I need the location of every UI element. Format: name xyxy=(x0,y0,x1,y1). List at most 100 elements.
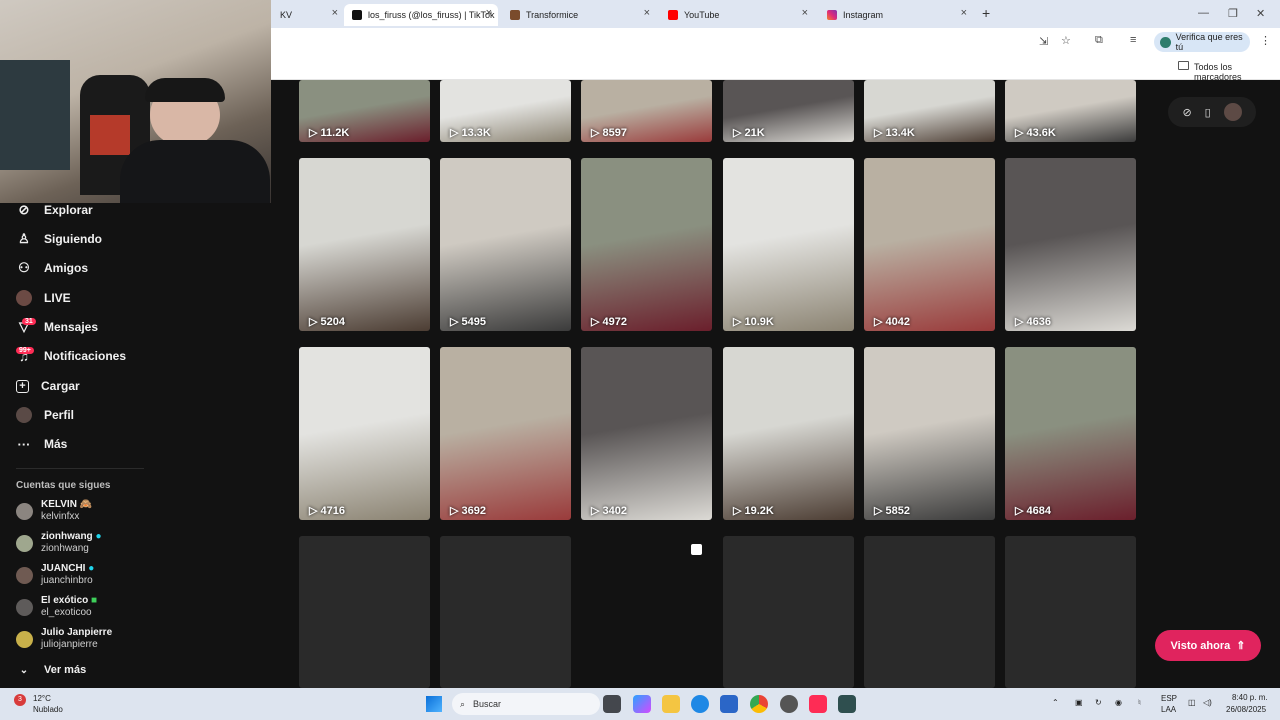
account-item[interactable]: El exótico ■ el_exoticoo xyxy=(16,593,97,621)
weather-temp[interactable]: 12°C xyxy=(33,694,51,703)
video-thumbnail[interactable]: ▷ 19.2K xyxy=(723,347,854,520)
account-name: zionhwang ● xyxy=(41,531,102,542)
video-thumbnail[interactable]: ▷ 5495 xyxy=(440,158,571,331)
avatar[interactable] xyxy=(1223,103,1242,121)
video-thumbnail[interactable]: ▷ 10.9K xyxy=(723,158,854,331)
file-explorer-icon[interactable] xyxy=(662,695,680,713)
account-item[interactable]: Julio Janpierre juliojanpierre xyxy=(16,625,112,653)
view-count: ▷ 19.2K xyxy=(733,505,774,517)
task-view-icon[interactable] xyxy=(603,695,621,713)
video-thumbnail[interactable]: ▷ 4042 xyxy=(864,158,995,331)
video-thumbnail[interactable]: ▷ 43.6K xyxy=(1005,80,1136,142)
account-item[interactable]: KELVIN 🙈 kelvinfxx xyxy=(16,497,92,525)
video-thumbnail[interactable]: ▷ 4972 xyxy=(581,158,712,331)
maximize-button[interactable]: ❐ xyxy=(1228,7,1238,20)
chrome-icon[interactable] xyxy=(750,695,768,713)
video-thumbnail[interactable]: ▷ 5204 xyxy=(299,158,430,331)
sidebar-item-siguiendo[interactable]: ♙ Siguiendo xyxy=(16,228,102,250)
sidebar-item-live[interactable]: LIVE xyxy=(16,287,71,309)
close-window-button[interactable]: ✕ xyxy=(1256,7,1265,20)
phone-icon[interactable]: ▯ xyxy=(1205,106,1211,119)
youtube-icon xyxy=(668,10,678,20)
close-icon[interactable]: × xyxy=(961,7,967,19)
new-tab-button[interactable]: + xyxy=(982,5,990,21)
video-thumbnail[interactable] xyxy=(299,536,430,688)
following-section-title: Cuentas que sigues xyxy=(16,480,111,491)
clock-time[interactable]: 8:40 p. m. xyxy=(1232,693,1268,702)
video-thumbnail[interactable]: ▷ 4716 xyxy=(299,347,430,520)
video-thumbnail[interactable]: ▷ 8597 xyxy=(581,80,712,142)
tab-youtube[interactable]: YouTube × xyxy=(660,4,814,26)
more-icon: ··· xyxy=(17,436,31,452)
sidebar-item-label: Más xyxy=(44,437,68,451)
video-thumbnail[interactable]: ▷ 11.2K xyxy=(299,80,430,142)
eye-icon[interactable]: ◉ xyxy=(1115,698,1122,707)
microphone-icon[interactable]: ♮ xyxy=(1138,698,1141,707)
media-icon[interactable]: ≡ xyxy=(1130,34,1136,46)
minimize-button[interactable]: — xyxy=(1198,7,1209,19)
compass-icon[interactable]: ⊘ xyxy=(1182,106,1191,119)
tab-transformice[interactable]: Transformice × xyxy=(502,4,656,26)
view-count: ▷ 4684 xyxy=(1015,505,1051,517)
app-icon[interactable] xyxy=(780,695,798,713)
tab-instagram[interactable]: Instagram × xyxy=(819,4,973,26)
sidebar-item-mas[interactable]: ··· Más xyxy=(16,433,68,455)
tiktok-app-icon[interactable] xyxy=(809,695,827,713)
video-thumbnail[interactable]: ▷ 13.4K xyxy=(864,80,995,142)
view-count: ▷ 13.4K xyxy=(874,127,915,139)
video-thumbnail[interactable]: ▷ 4684 xyxy=(1005,347,1136,520)
close-icon[interactable]: × xyxy=(802,7,808,19)
verify-identity-button[interactable]: Verifica que eres tú xyxy=(1154,32,1250,52)
avatar xyxy=(16,502,33,520)
video-thumbnail[interactable]: ▷ 4636 xyxy=(1005,158,1136,331)
see-more-button[interactable]: ⌄ Ver más xyxy=(16,659,86,681)
tab-label: YouTube xyxy=(684,10,720,20)
video-thumbnail[interactable]: ▷ 3402 xyxy=(581,347,712,520)
menu-icon[interactable]: ⋮ xyxy=(1260,34,1271,47)
account-item[interactable]: JUANCHI ● juanchinbro xyxy=(16,561,94,589)
weather-badge: 3 xyxy=(14,694,26,706)
taskbar-search[interactable]: ⌕ Buscar xyxy=(452,693,600,715)
account-handle: juliojanpierre xyxy=(41,639,98,650)
close-icon[interactable]: × xyxy=(332,7,338,19)
sidebar-item-perfil[interactable]: Perfil xyxy=(16,404,74,426)
video-thumbnail[interactable] xyxy=(440,536,571,688)
chevron-up-icon[interactable]: ⌃ xyxy=(1052,698,1059,707)
tab-kv[interactable]: KV × xyxy=(272,4,344,26)
video-thumbnail[interactable]: ▷ 13.3K xyxy=(440,80,571,142)
store-icon[interactable] xyxy=(720,695,738,713)
view-count: ▷ 43.6K xyxy=(1015,127,1056,139)
windows-start-icon[interactable] xyxy=(426,696,442,712)
account-handle: juanchinbro xyxy=(41,575,93,586)
video-thumbnail[interactable]: ▷ 21K xyxy=(723,80,854,142)
language-indicator[interactable]: ESP xyxy=(1161,694,1177,703)
video-thumbnail[interactable] xyxy=(723,536,854,688)
app-tray-icon[interactable]: ▣ xyxy=(1075,698,1083,707)
video-thumbnail[interactable] xyxy=(1005,536,1136,688)
video-thumbnail[interactable]: ▷ 5852 xyxy=(864,347,995,520)
account-item[interactable]: zionhwang ● zionhwang xyxy=(16,529,102,557)
edge-icon[interactable] xyxy=(691,695,709,713)
network-icon[interactable]: ◫ xyxy=(1188,698,1196,707)
visto-ahora-button[interactable]: Visto ahora ⇑ xyxy=(1155,630,1261,661)
app-icon[interactable] xyxy=(838,695,856,713)
extensions-icon[interactable]: ⧉ xyxy=(1095,34,1103,47)
sync-icon[interactable]: ↻ xyxy=(1095,698,1102,707)
volume-icon[interactable]: ◁) xyxy=(1203,698,1212,707)
tab-tiktok[interactable]: los_firuss (@los_firuss) | TikTok × xyxy=(344,4,498,26)
star-icon[interactable]: ☆ xyxy=(1061,34,1071,47)
avatar xyxy=(16,598,33,616)
video-thumbnail[interactable]: ▷ 3692 xyxy=(440,347,571,520)
close-icon[interactable]: × xyxy=(486,7,492,19)
sidebar-item-label: Notificaciones xyxy=(44,349,127,363)
copilot-icon[interactable] xyxy=(633,695,651,713)
all-bookmarks-link[interactable]: Todos los marcadores xyxy=(1194,62,1280,82)
install-icon[interactable]: ⇲ xyxy=(1039,35,1048,48)
video-thumbnail[interactable] xyxy=(864,536,995,688)
language-indicator-sub: LAA xyxy=(1161,705,1177,714)
sidebar-item-cargar[interactable]: + Cargar xyxy=(16,375,80,397)
sidebar-item-amigos[interactable]: ⚇ Amigos xyxy=(16,257,88,279)
account-name: KELVIN 🙈 xyxy=(41,499,93,510)
close-icon[interactable]: × xyxy=(644,7,650,19)
view-count: ▷ 4636 xyxy=(1015,316,1051,328)
